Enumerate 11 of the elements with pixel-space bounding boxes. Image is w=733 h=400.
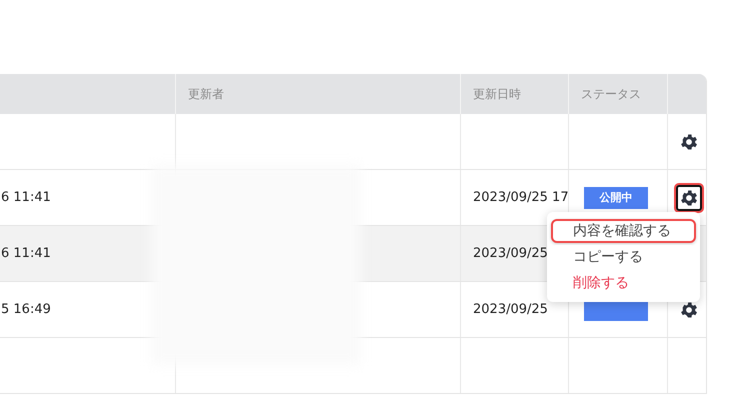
table-cell: 2023/09/25 17 (473, 190, 568, 205)
table-cell: 2023/09/25 (473, 302, 548, 317)
column-header: 更新日時 (473, 86, 521, 102)
status-badge: 公開中 (584, 186, 648, 208)
table-cell: 6 11:41 (1, 246, 51, 261)
table-cell: 2023/09/25 (473, 246, 548, 261)
menu-item[interactable]: 内容を確認する (551, 219, 696, 243)
column-header: 更新者 (188, 86, 224, 102)
table-cell: 5 16:49 (1, 302, 51, 317)
table-cell: 6 11:41 (1, 190, 51, 205)
column-header: ステータス (581, 86, 641, 102)
